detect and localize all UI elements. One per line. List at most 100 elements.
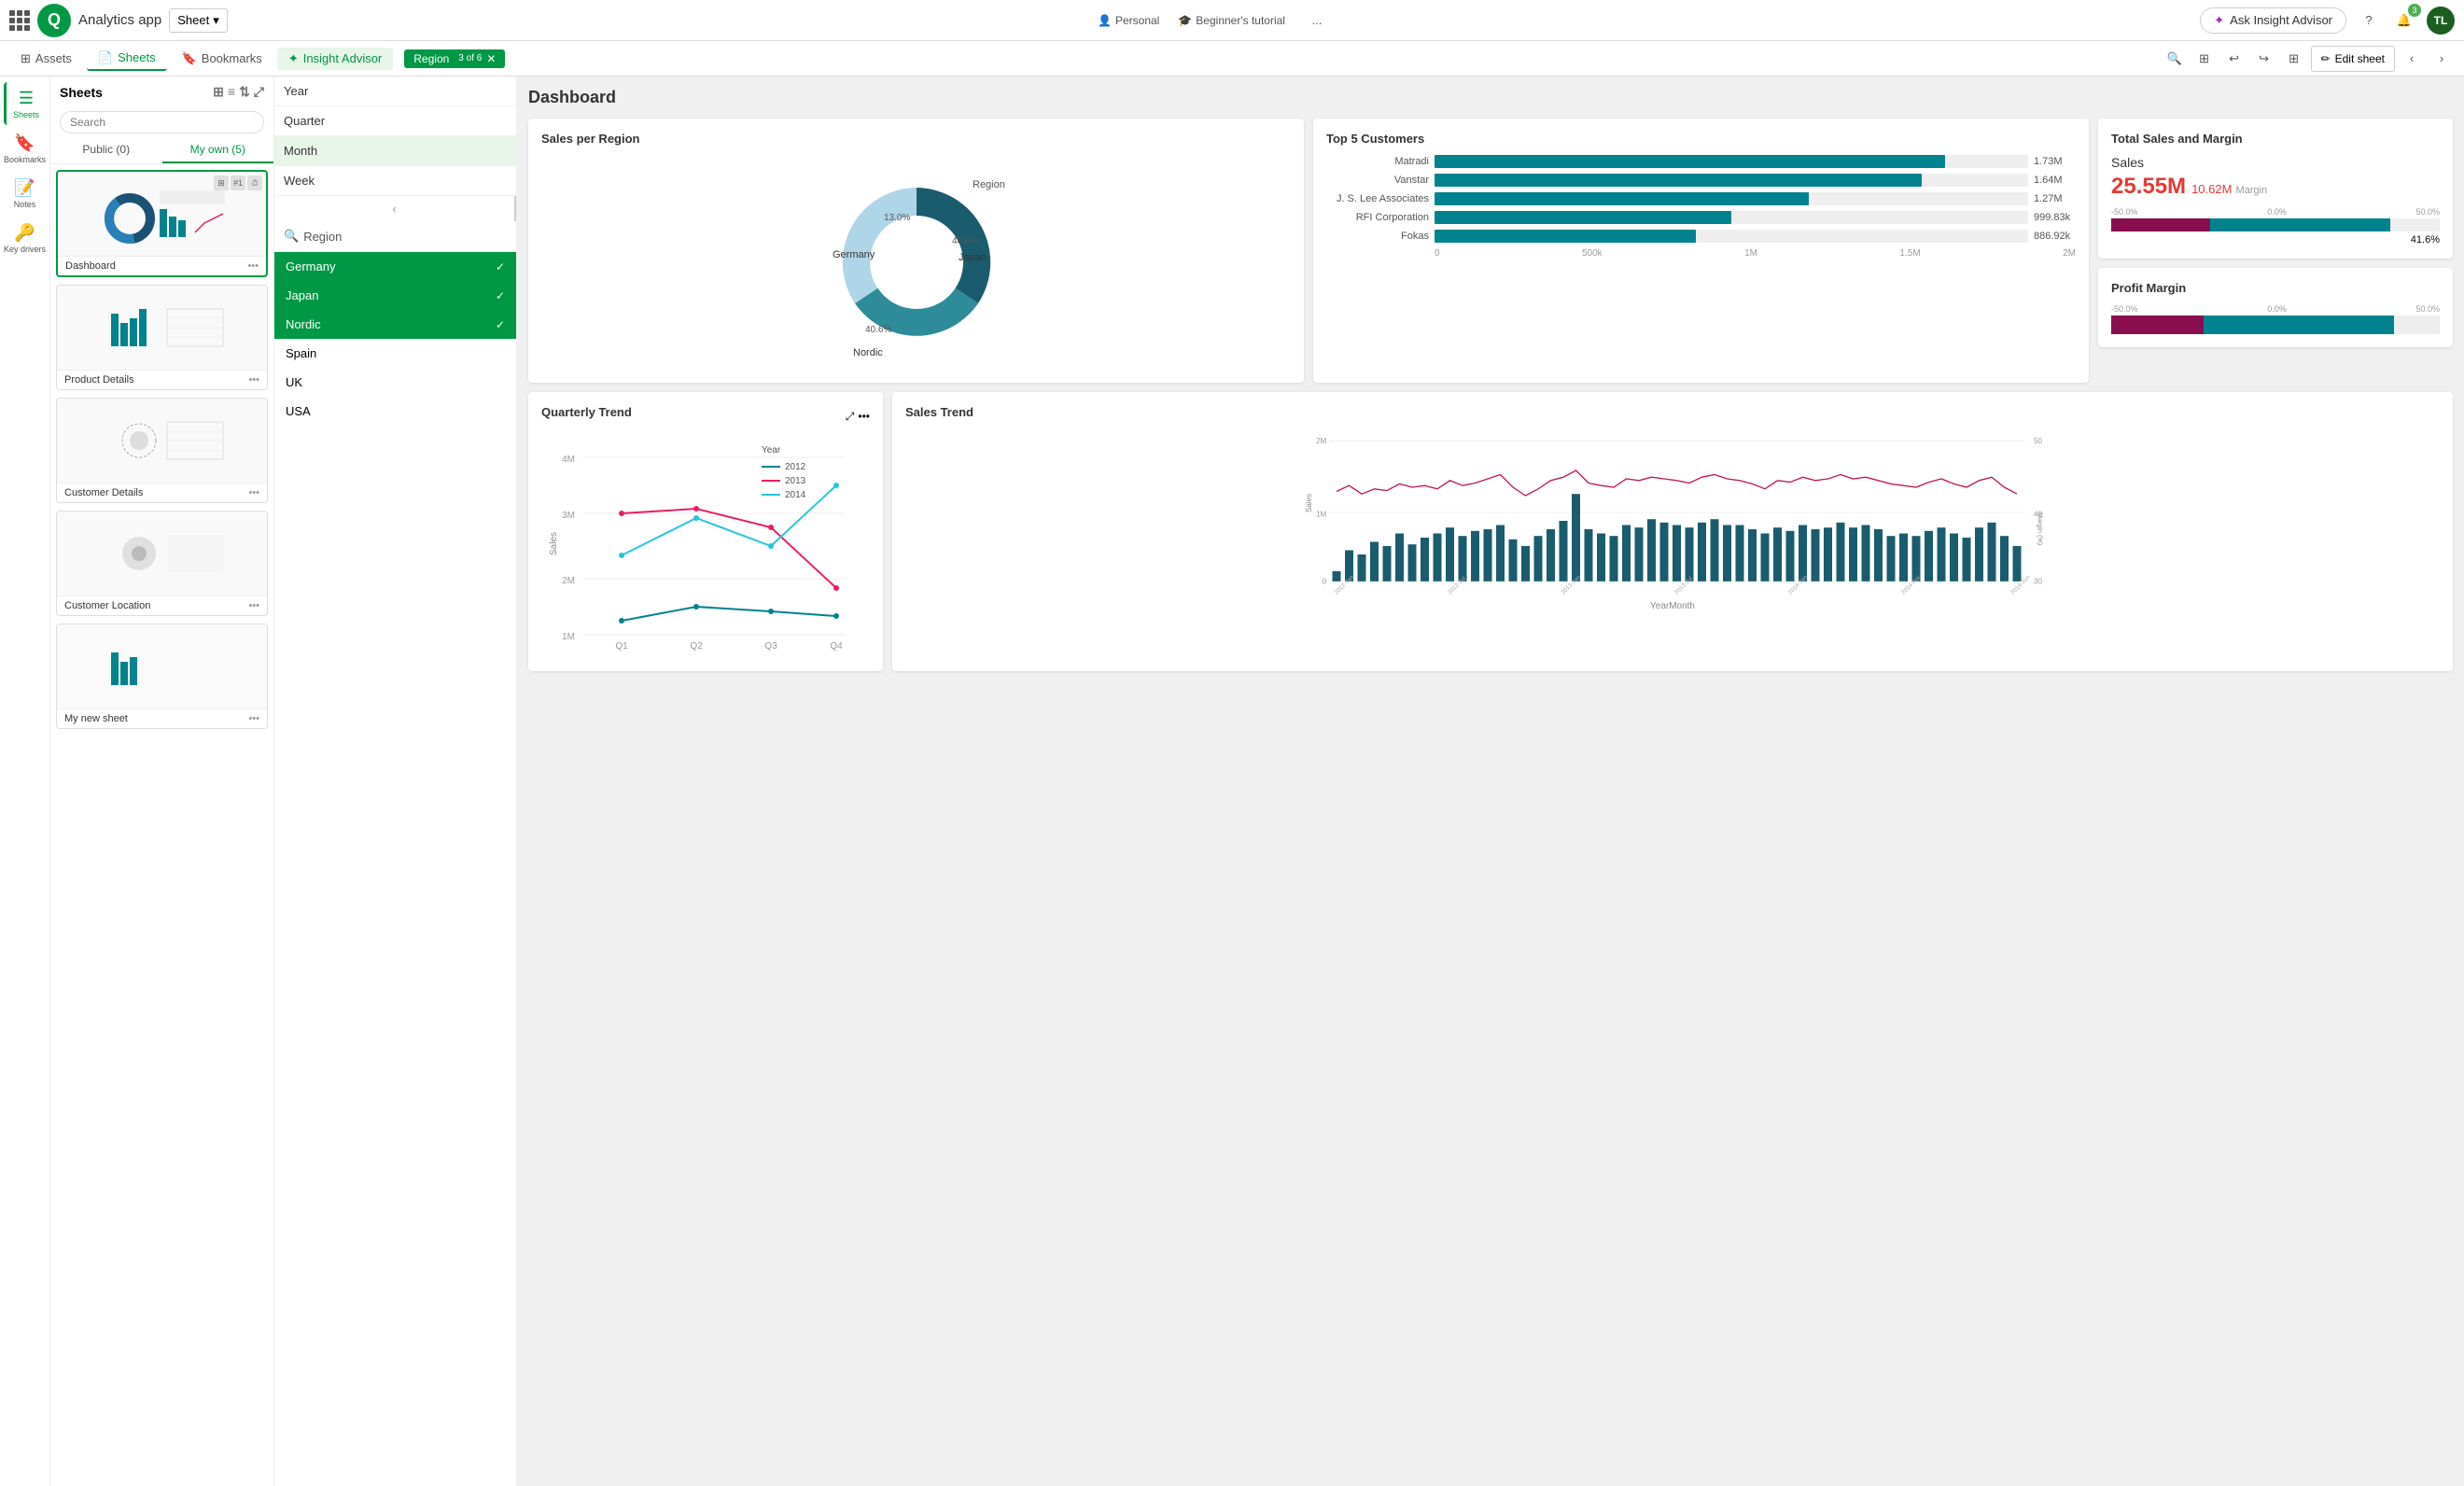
quarterly-chart: 4M 3M 2M 1M Q1 Q2 Q3 Q4 [541, 434, 870, 658]
panel-collapse-handle[interactable]: ‹ [274, 196, 516, 221]
sheet-item-product[interactable]: Product Details ••• [56, 285, 268, 390]
bookmarks-tab[interactable]: 🔖 Bookmarks [171, 48, 273, 70]
assets-tab[interactable]: ⊞ Assets [9, 48, 83, 70]
sheets-view-icons: ⊞ ≡ ⇅ ⤢ [213, 84, 264, 100]
dashboard-mini-preview [92, 181, 232, 246]
sidebar-item-sheets[interactable]: ☰ Sheets [4, 82, 47, 125]
grid-layout-icon[interactable]: ⊞ [2281, 46, 2307, 72]
sidebar-item-notes[interactable]: 📝 Notes [4, 172, 47, 215]
region-name-germany: Germany [286, 259, 335, 273]
bar-value-jslee: 1.27M [2034, 193, 2076, 204]
sheet-item-new[interactable]: My new sheet ••• [56, 624, 268, 729]
quarterly-trend-card: Quarterly Trend ⤢ ••• 4M 3M 2M 1M [528, 392, 883, 671]
main-content: ☰ Sheets 🔖 Bookmarks 📝 Notes 🔑 Key drive… [0, 77, 2464, 1486]
dashboard: Dashboard Sales per Region Region [517, 77, 2464, 1486]
svg-text:1M: 1M [1316, 511, 1326, 519]
tutorial-link[interactable]: 🎓 Beginner's tutorial [1178, 14, 1285, 27]
bar-row-rfi: RFI Corporation 999.83k [1326, 211, 2076, 224]
sheet-more-product[interactable]: ••• [248, 374, 259, 386]
sheet-more-new[interactable]: ••• [248, 713, 259, 724]
region-item-uk[interactable]: UK [274, 368, 516, 397]
ask-insight-advisor-button[interactable]: ✦ Ask Insight Advisor [2200, 7, 2346, 34]
region-item-germany[interactable]: Germany ✓ [274, 252, 516, 281]
region-item-japan[interactable]: Japan ✓ [274, 281, 516, 310]
sheet-footer-customer: Customer Details ••• [57, 483, 267, 502]
edit-sheet-button[interactable]: ✏ Edit sheet [2311, 46, 2395, 72]
margin-label: Margin [2235, 185, 2267, 196]
sales-trend-chart: 2M 1M 0 50 40 30 [905, 428, 2440, 596]
redo-icon[interactable]: ↪ [2251, 46, 2277, 72]
left-sidebar: ☰ Sheets 🔖 Bookmarks 📝 Notes 🔑 Key drive… [0, 77, 50, 1486]
list-view-icon[interactable]: ≡ [228, 84, 235, 100]
sheets-panel: Sheets ⊞ ≡ ⇅ ⤢ Public (0) My own (5) ⊞ #… [50, 77, 274, 1486]
sheet-thumbnail-new [57, 624, 267, 708]
profit-bar-neg [2111, 315, 2204, 334]
svg-text:Q4: Q4 [830, 641, 843, 652]
sort-icon[interactable]: ⇅ [239, 84, 250, 100]
user-avatar[interactable]: TL [2427, 7, 2455, 35]
insight-advisor-tab[interactable]: ✦ Insight Advisor [277, 48, 393, 70]
myown-tab[interactable]: My own (5) [162, 137, 274, 163]
filter-quarter[interactable]: Quarter [274, 106, 516, 136]
public-tab[interactable]: Public (0) [50, 137, 162, 163]
svg-text:0: 0 [1323, 578, 1327, 586]
expand-icon[interactable]: ⤢ [254, 84, 264, 100]
app-title: Analytics app [78, 12, 161, 28]
bar-pos-segment [2210, 218, 2391, 231]
collapse-nav-icon[interactable]: ‹ [2399, 46, 2425, 72]
region-item-nordic[interactable]: Nordic ✓ [274, 310, 516, 339]
topbar-center: 👤 Personal 🎓 Beginner's tutorial ... [235, 7, 2193, 34]
selections-icon[interactable]: ⊞ [2191, 46, 2218, 72]
personal-link[interactable]: 👤 Personal [1098, 14, 1159, 27]
region-filter-chip[interactable]: Region 3 of 6 ✕ [404, 49, 505, 68]
sheet-more-dashboard[interactable]: ••• [247, 260, 259, 272]
notification-count: 3 [2408, 4, 2421, 17]
total-sales-bar: -50.0% 0.0% 50.0% 41.6% [2111, 207, 2440, 245]
expand-nav-icon[interactable]: › [2429, 46, 2455, 72]
sheet-item-location[interactable]: Customer Location ••• [56, 511, 268, 616]
svg-text:30: 30 [2034, 578, 2042, 586]
smart-search-icon[interactable]: 🔍 [2162, 46, 2188, 72]
filter-month[interactable]: Month [274, 136, 516, 166]
topbar-right: ✦ Ask Insight Advisor ? 🔔 3 TL [2200, 7, 2455, 35]
quarterly-trend-title: Quarterly Trend [541, 405, 632, 419]
sheet-selector[interactable]: Sheet ▾ [169, 8, 228, 33]
region-item-usa[interactable]: USA [274, 397, 516, 426]
sheet-item-customer[interactable]: Customer Details ••• [56, 398, 268, 503]
sales-trend-content: 2M 1M 0 50 40 30 [905, 428, 2440, 611]
region-chip-close-icon[interactable]: ✕ [486, 52, 496, 65]
sheet-item-dashboard[interactable]: ⊞ #1 ⏱ Dashboard [56, 170, 268, 277]
profit-bar-pos [2204, 315, 2394, 334]
svg-text:Germany: Germany [833, 249, 875, 260]
undo-icon[interactable]: ↩ [2221, 46, 2247, 72]
region-item-spain[interactable]: Spain [274, 339, 516, 368]
apps-grid-icon[interactable] [9, 10, 30, 31]
sidebar-bookmarks-label: Bookmarks [4, 155, 46, 164]
sheets-tab[interactable]: 📄 Sheets [87, 47, 167, 71]
bar-row-fokas: Fokas 886.92k [1326, 230, 2076, 243]
help-icon[interactable]: ? [2356, 7, 2382, 34]
bar-value-rfi: 999.83k [2034, 212, 2076, 223]
filter-panel: Year Quarter Month Week ‹ 🔍 Region Germa… [274, 77, 517, 1486]
topbar: Q Analytics app Sheet ▾ 👤 Personal 🎓 Beg… [0, 0, 2464, 41]
sidebar-item-keydriver[interactable]: 🔑 Key drivers [4, 217, 47, 259]
sheet-more-customer[interactable]: ••• [248, 487, 259, 498]
sheets-search-input[interactable] [60, 111, 264, 133]
more-options-icon[interactable]: ... [1304, 7, 1330, 34]
more-trend-icon[interactable]: ••• [858, 410, 870, 424]
sales-per-region-card: Sales per Region Region 46 [528, 119, 1304, 383]
sheet-more-location[interactable]: ••• [248, 600, 259, 611]
sidebar-item-bookmarks[interactable]: 🔖 Bookmarks [4, 127, 47, 170]
bar-track-jslee [1435, 192, 2028, 205]
grid-view-icon[interactable]: ⊞ [213, 84, 224, 100]
quarterly-trend-header: Quarterly Trend ⤢ ••• [541, 405, 870, 428]
filter-year[interactable]: Year [274, 77, 516, 106]
sidebar-notes-label: Notes [14, 200, 36, 209]
bar-fill-fokas [1435, 230, 1696, 243]
notifications-icon[interactable]: 🔔 3 [2391, 7, 2417, 34]
sheets-panel-header: Sheets ⊞ ≡ ⇅ ⤢ [50, 77, 273, 107]
filter-week[interactable]: Week [274, 166, 516, 196]
customer-name-jslee: J. S. Lee Associates [1326, 193, 1429, 204]
expand-trend-icon[interactable]: ⤢ [846, 410, 855, 424]
sales-per-region-title: Sales per Region [541, 132, 1291, 146]
